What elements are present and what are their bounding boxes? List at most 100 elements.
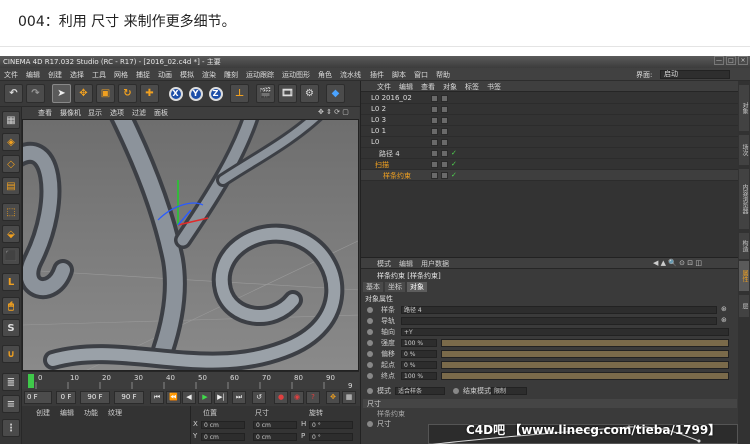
edges-mode-icon[interactable]: ⬙ <box>2 225 20 243</box>
size-section-header[interactable]: 尺寸 <box>363 399 737 408</box>
menu-snap[interactable]: 捕捉 <box>136 70 150 80</box>
workplane-mode-icon[interactable]: ▤ <box>2 177 20 195</box>
offset-slider[interactable] <box>441 350 729 358</box>
menu-tools[interactable]: 工具 <box>92 70 106 80</box>
frame-total-field[interactable]: 90 F <box>80 391 110 404</box>
tab-coord[interactable]: 坐标 <box>385 282 405 292</box>
tab-content-browser[interactable]: 内容浏览器 <box>739 169 749 229</box>
materials-menu-function[interactable]: 功能 <box>84 408 98 418</box>
start-slider[interactable] <box>441 361 729 369</box>
frame-max-field[interactable]: 90 F <box>114 391 144 404</box>
viewport-menu-view[interactable]: 查看 <box>38 108 52 118</box>
start-field[interactable]: 0 % <box>401 361 437 369</box>
rotation-p-field[interactable]: 0 ° <box>309 433 353 441</box>
tab-takes[interactable]: 场次 <box>739 135 749 165</box>
obj-menu-tags[interactable]: 标签 <box>465 82 479 92</box>
model-mode-icon[interactable]: ◈ <box>2 133 20 151</box>
object-row[interactable]: 扫描 ✓ <box>361 159 739 170</box>
make-editable-icon[interactable]: ▦ <box>2 111 20 129</box>
prev-key-icon[interactable]: ⏪ <box>166 391 181 404</box>
magnet-icon[interactable]: ∪ <box>2 345 20 363</box>
frame-current-field[interactable]: 0 F <box>56 391 76 404</box>
spline-link-field[interactable]: 路径 4 <box>401 306 717 314</box>
layout-select[interactable]: 启动 <box>660 70 730 79</box>
points-mode-icon[interactable]: ⬚ <box>2 203 20 221</box>
object-row[interactable]: L0 1 <box>361 126 739 137</box>
move-icon[interactable]: ✥ <box>74 84 93 103</box>
stack-icon[interactable]: ≡ <box>2 395 20 413</box>
keyframe-selection-icon[interactable]: ? <box>306 391 320 404</box>
pick-object-icon[interactable]: ⊛ <box>721 305 727 313</box>
attr-menu-mode[interactable]: 模式 <box>377 259 391 269</box>
add-object-icon[interactable]: ✚ <box>140 84 159 103</box>
menu-help[interactable]: 帮助 <box>436 70 450 80</box>
undo-icon[interactable]: ↶ <box>4 84 23 103</box>
menu-motion-tracking[interactable]: 运动跟踪 <box>246 70 274 80</box>
menu-create[interactable]: 创建 <box>48 70 62 80</box>
menu-file[interactable]: 文件 <box>4 70 18 80</box>
play-icon[interactable]: ▶ <box>198 391 212 404</box>
attr-menu-user-data[interactable]: 用户数据 <box>421 259 449 269</box>
layers-icon[interactable]: ≣ <box>2 373 20 391</box>
timeline-ruler[interactable]: 0 10 20 30 40 50 60 70 80 90 9 <box>22 371 359 390</box>
more-tools-icon[interactable]: ⋮ <box>2 419 20 437</box>
go-to-start-icon[interactable]: ⏮ <box>150 391 164 404</box>
tab-basic[interactable]: 基本 <box>363 282 383 292</box>
object-row[interactable]: 路径 4 ✓ <box>361 148 739 159</box>
rail-link-field[interactable] <box>401 317 717 325</box>
maximize-button[interactable]: □ <box>726 56 736 65</box>
viewport-menu-cameras[interactable]: 摄像机 <box>60 108 81 118</box>
axis-x-lock-button[interactable]: X <box>166 84 185 103</box>
attr-nav-icon[interactable]: ◀ ▲ 🔍 ⊙ ⊡ ◫ <box>653 259 702 267</box>
render-picture-viewer-icon[interactable]: 🎞 <box>278 84 297 103</box>
loop-icon[interactable]: ↺ <box>252 391 266 404</box>
obj-menu-bookmarks[interactable]: 书签 <box>487 82 501 92</box>
menu-mograph[interactable]: 运动图形 <box>282 70 310 80</box>
select-cursor-icon[interactable]: ➤ <box>52 84 71 103</box>
offset-field[interactable]: 0 % <box>401 350 437 358</box>
object-row[interactable]: L0 2016_02 <box>361 93 739 104</box>
obj-menu-edit[interactable]: 编辑 <box>399 82 413 92</box>
menu-animate[interactable]: 动画 <box>158 70 172 80</box>
viewport-menu-display[interactable]: 显示 <box>88 108 102 118</box>
position-x-field[interactable]: 0 cm <box>201 421 245 429</box>
menu-edit[interactable]: 编辑 <box>26 70 40 80</box>
obj-menu-view[interactable]: 查看 <box>421 82 435 92</box>
axis-mode-icon[interactable]: L <box>2 273 20 291</box>
minimize-button[interactable]: — <box>714 56 724 65</box>
axis-y-lock-button[interactable]: Y <box>186 84 205 103</box>
render-view-icon[interactable]: 🎬 <box>256 84 275 103</box>
materials-menu-texture[interactable]: 纹理 <box>108 408 122 418</box>
end-field[interactable]: 100 % <box>401 372 437 380</box>
obj-menu-file[interactable]: 文件 <box>377 82 391 92</box>
texture-mode-icon[interactable]: ◇ <box>2 155 20 173</box>
tab-structure[interactable]: 构造 <box>739 233 749 259</box>
position-y-field[interactable]: 0 cm <box>201 433 245 441</box>
menu-simulate[interactable]: 模拟 <box>180 70 194 80</box>
prev-frame-icon[interactable]: ◀ <box>182 391 196 404</box>
menu-render[interactable]: 渲染 <box>202 70 216 80</box>
mode-select[interactable]: 适合样条 <box>395 387 445 395</box>
menu-select[interactable]: 选择 <box>70 70 84 80</box>
rotation-h-field[interactable]: 0 ° <box>309 421 353 429</box>
auto-key-icon[interactable]: ◉ <box>290 391 304 404</box>
tweak-mode-icon[interactable]: 🖱 <box>2 297 20 315</box>
attr-menu-edit[interactable]: 编辑 <box>399 259 413 269</box>
axis-z-lock-button[interactable]: Z <box>206 84 225 103</box>
pick-object-icon[interactable]: ⊛ <box>721 316 727 324</box>
scheme-icon[interactable]: ▦ <box>342 391 356 404</box>
3d-viewport[interactable] <box>22 119 359 371</box>
record-icon[interactable]: ● <box>274 391 288 404</box>
menu-script[interactable]: 脚本 <box>392 70 406 80</box>
size-y-field[interactable]: 0 cm <box>253 433 297 441</box>
position-key-icon[interactable]: ✥ <box>326 391 340 404</box>
strength-slider[interactable] <box>441 339 729 347</box>
menu-window[interactable]: 窗口 <box>414 70 428 80</box>
menu-mesh[interactable]: 网格 <box>114 70 128 80</box>
object-row[interactable]: L0 3 <box>361 115 739 126</box>
menu-character[interactable]: 角色 <box>318 70 332 80</box>
cube-object-icon[interactable]: ◆ <box>326 84 345 103</box>
object-row[interactable]: L0 <box>361 137 739 148</box>
tab-objects[interactable]: 对象 <box>739 85 749 131</box>
size-x-field[interactable]: 0 cm <box>253 421 297 429</box>
